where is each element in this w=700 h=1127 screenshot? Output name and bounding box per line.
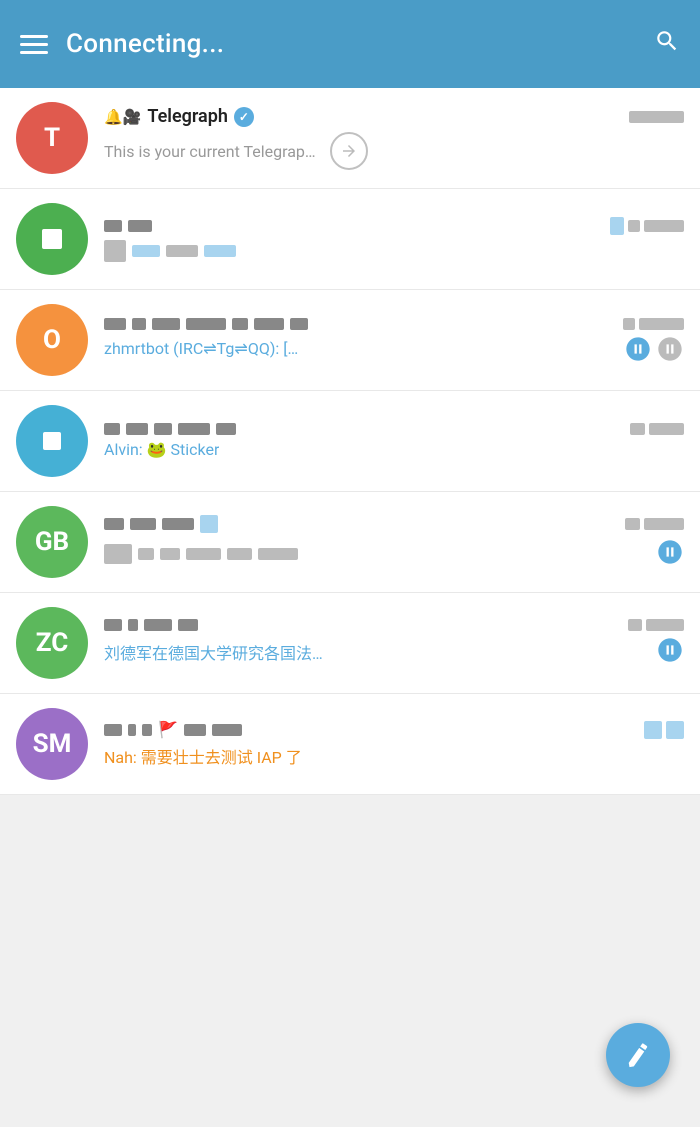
avatar-inner-2 [42,229,62,249]
meta-icons-3 [624,335,684,363]
chat-header-6 [104,619,684,631]
avatar-6: ZC [16,607,88,679]
preview-line-5 [104,538,684,570]
time-area-6 [628,619,684,631]
time-area-3 [623,318,684,330]
verified-icon [234,107,254,127]
preview-line-7: Nah: 需要壮士去测试 IAP 了 [104,744,684,768]
chat-name-7: 🚩 [104,720,242,739]
top-bar-title: Connecting... [66,29,224,59]
avatar-inner-4 [43,432,61,450]
chat-header-2 [104,217,684,235]
avatar-7: SM [16,708,88,780]
search-button[interactable] [654,28,680,61]
preview-line-6: 刘德军在德国大学研究各国法… [104,636,684,668]
compose-fab[interactable] [606,1023,670,1087]
envelope-icon-5 [104,544,132,564]
chat-name-3 [104,318,308,330]
top-bar-left: Connecting... [20,29,224,59]
forward-button-telegraph[interactable] [330,132,368,170]
mute-cam-icons: 🔔🎥 [104,108,141,126]
hamburger-menu-button[interactable] [20,35,48,54]
chat-name-5 [104,515,218,533]
emoji-icon-2 [104,240,126,262]
avatar-4 [16,405,88,477]
chat-header-7: 🚩 [104,720,684,739]
forward-icon-6 [656,636,684,668]
chat-item-4[interactable]: Alvin: 🐸 Sticker [0,391,700,492]
chat-content-2 [104,217,684,262]
chat-header-5 [104,515,684,533]
chat-item-telegraph[interactable]: T 🔔🎥 Telegraph This is your current Tele… [0,88,700,189]
top-bar: Connecting... [0,0,700,88]
time-area-telegraph [629,111,684,123]
pencil-icon [622,1039,654,1071]
preview-line-4: Alvin: 🐸 Sticker [104,440,684,459]
chat-preview-4: Alvin: 🐸 Sticker [104,440,219,459]
time-area-7 [644,721,684,739]
chat-content-telegraph: 🔔🎥 Telegraph This is your current Telegr… [104,106,684,170]
time-blurred [629,111,684,123]
forward-icon-5 [656,538,684,570]
chat-name-2 [104,220,152,232]
mute-icon-3 [656,335,684,363]
avatar-5: GB [16,506,88,578]
chat-item-5[interactable]: GB [0,492,700,593]
chat-content-3: zhmrtbot (IRC⇌Tg⇌QQ): [… [104,318,684,363]
time-area-2 [610,217,684,235]
chat-content-7: 🚩 Nah: 需要壮士去测试 IAP 了 [104,720,684,768]
chat-header-telegraph: 🔔🎥 Telegraph [104,106,684,127]
chat-item-6[interactable]: ZC 刘德军在德国大学研究各国法… [0,593,700,694]
chat-preview-6: 刘德军在德国大学研究各国法… [104,640,323,664]
chat-preview-3: zhmrtbot (IRC⇌Tg⇌QQ): [… [104,339,298,358]
preview-line-telegraph: This is your current Telegrap… [104,132,684,170]
chat-content-6: 刘德军在德国大学研究各国法… [104,619,684,668]
avatar-2 [16,203,88,275]
chat-item-3[interactable]: O zhmrtbot (IRC⇌Tg⇌QQ): [… [0,290,700,391]
preview-line-3: zhmrtbot (IRC⇌Tg⇌QQ): [… [104,335,684,363]
preview-line-2 [104,240,684,262]
chat-header-4 [104,423,684,435]
chat-item-2[interactable] [0,189,700,290]
chat-list: T 🔔🎥 Telegraph This is your current Tele… [0,88,700,795]
chat-name-6 [104,619,198,631]
chat-name-telegraph: 🔔🎥 Telegraph [104,106,254,127]
time-area-4 [630,423,684,435]
chat-preview-7: Nah: 需要壮士去测试 IAP 了 [104,744,302,768]
chat-item-7[interactable]: SM 🚩 Nah: 需要壮士去测试 IAP 了 [0,694,700,795]
avatar-telegraph: T [16,102,88,174]
chat-header-3 [104,318,684,330]
bot-icon-3 [624,335,652,363]
chat-preview-telegraph: This is your current Telegrap… [104,142,316,161]
time-area-5 [625,518,684,530]
chat-name-4 [104,423,236,435]
avatar-3: O [16,304,88,376]
chat-content-4: Alvin: 🐸 Sticker [104,423,684,459]
chat-content-5 [104,515,684,570]
